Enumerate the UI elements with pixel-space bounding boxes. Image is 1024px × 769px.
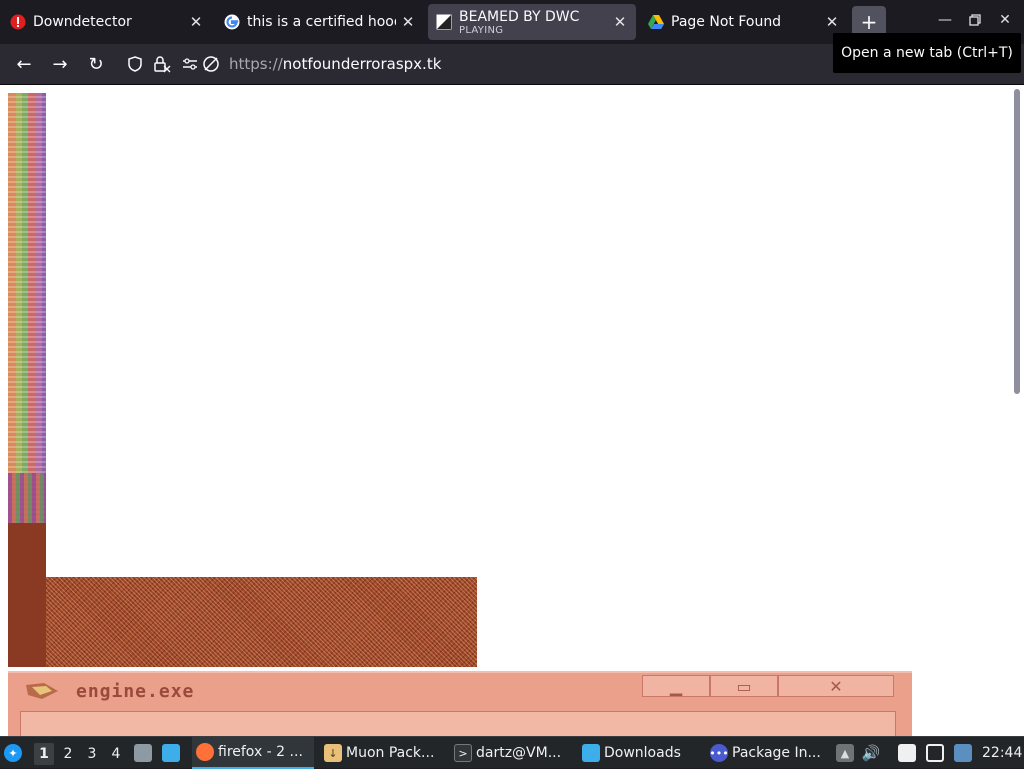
url-scheme: https:// [229, 55, 283, 73]
taskbar: ✦ 1 2 3 4 firefox - 2 ... ↓ Muon Pack...… [0, 736, 1024, 769]
clock[interactable]: 22:44 [982, 737, 1022, 769]
tab-title: this is a certified hood [247, 14, 396, 30]
engine-close-icon[interactable]: ✕ [778, 675, 894, 697]
tab-beamed-by-dwc[interactable]: BEAMED BY DWC PLAYING ✕ [428, 4, 636, 40]
forward-icon[interactable]: → [48, 52, 72, 76]
google-icon [224, 14, 240, 30]
task-downloads[interactable]: Downloads [580, 737, 702, 769]
glitch-stripe-lower [8, 523, 46, 667]
close-tab-icon[interactable]: ✕ [400, 13, 416, 31]
task-firefox[interactable]: firefox - 2 ... [192, 737, 314, 769]
minimize-icon[interactable]: — [935, 10, 955, 30]
folder-icon [582, 744, 600, 762]
app-menu-button[interactable]: ✦ [4, 737, 26, 769]
close-tab-icon[interactable]: ✕ [824, 13, 840, 31]
address-bar[interactable]: https://notfounderroraspx.tk [229, 55, 441, 73]
installer-icon: ••• [709, 744, 729, 762]
glitch-stripe-mid [8, 473, 46, 523]
tray-arrow-button[interactable]: ▲ [836, 737, 858, 769]
back-icon[interactable]: ← [12, 52, 36, 76]
engine-minimize-icon[interactable]: ▁ [642, 675, 710, 697]
firefox-icon [196, 743, 214, 761]
task-label: firefox - 2 ... [218, 744, 303, 760]
lock-warning-icon[interactable] [150, 52, 174, 76]
show-desktop-icon [162, 744, 180, 762]
noise-block [46, 577, 477, 667]
drive-icon [648, 14, 664, 30]
task-label: Muon Pack... [346, 745, 435, 761]
network-icon [926, 744, 944, 762]
glitch-stripe [8, 93, 46, 523]
engine-window-body [20, 711, 896, 736]
engine-app-icon [24, 681, 62, 701]
volume-icon: 🔊 [861, 744, 881, 762]
task-label: dartz@VM... [476, 745, 562, 761]
desktop-1[interactable]: 1 [34, 743, 54, 765]
url-host: notfounderroraspx.tk [282, 55, 442, 73]
terminal-icon: > [454, 744, 472, 762]
desktop-2[interactable]: 2 [58, 743, 78, 765]
scrollbar[interactable] [1014, 89, 1020, 394]
engine-maximize-icon[interactable]: ▭ [710, 675, 778, 697]
tab-playing-label: PLAYING [459, 24, 504, 36]
tab-certified-hood[interactable]: this is a certified hood ✕ [216, 4, 424, 40]
tab-title: BEAMED BY DWC [459, 8, 580, 25]
alert-icon [10, 14, 26, 30]
desktop-3[interactable]: 3 [82, 743, 102, 765]
package-icon: ↓ [324, 744, 342, 762]
engine-window: engine.exe ▁ ▭ ✕ [8, 671, 912, 736]
reload-icon[interactable]: ↻ [84, 52, 108, 76]
shield-icon[interactable] [123, 52, 147, 76]
beamed-icon [436, 14, 452, 30]
desktop-4[interactable]: 4 [106, 743, 126, 765]
tab-page-not-found[interactable]: Page Not Found ✕ [640, 4, 848, 40]
network-button[interactable] [926, 737, 948, 769]
clipboard-button[interactable] [898, 737, 920, 769]
close-tab-icon[interactable]: ✕ [612, 13, 628, 31]
file-manager-icon [134, 744, 152, 762]
tab-downdetector[interactable]: Downdetector ✕ [2, 4, 212, 40]
tracking-blocked-icon[interactable] [199, 52, 223, 76]
page-content: engine.exe ▁ ▭ ✕ [0, 85, 1024, 736]
start-menu-icon: ✦ [4, 744, 22, 762]
updates-icon [954, 744, 972, 762]
file-manager-launcher[interactable] [134, 737, 156, 769]
engine-window-title: engine.exe [76, 681, 195, 702]
tab-title: Downdetector [33, 14, 132, 30]
clipboard-icon [898, 744, 916, 762]
task-label: Downloads [604, 745, 681, 761]
tab-title: Page Not Found [671, 14, 782, 30]
show-desktop-launcher[interactable] [162, 737, 184, 769]
close-window-icon[interactable]: ✕ [995, 10, 1015, 30]
task-label: Package In... [732, 745, 821, 761]
restore-icon[interactable] [965, 10, 985, 30]
tray-expand-icon: ▲ [836, 744, 854, 762]
task-muon[interactable]: ↓ Muon Pack... [322, 737, 444, 769]
task-package-installer[interactable]: ••• Package In... [708, 737, 830, 769]
new-tab-tooltip: Open a new tab (Ctrl+T) [833, 33, 1021, 73]
volume-button[interactable]: 🔊 [862, 737, 884, 769]
updates-button[interactable] [954, 737, 976, 769]
close-tab-icon[interactable]: ✕ [188, 13, 204, 31]
task-terminal[interactable]: > dartz@VM... [452, 737, 574, 769]
